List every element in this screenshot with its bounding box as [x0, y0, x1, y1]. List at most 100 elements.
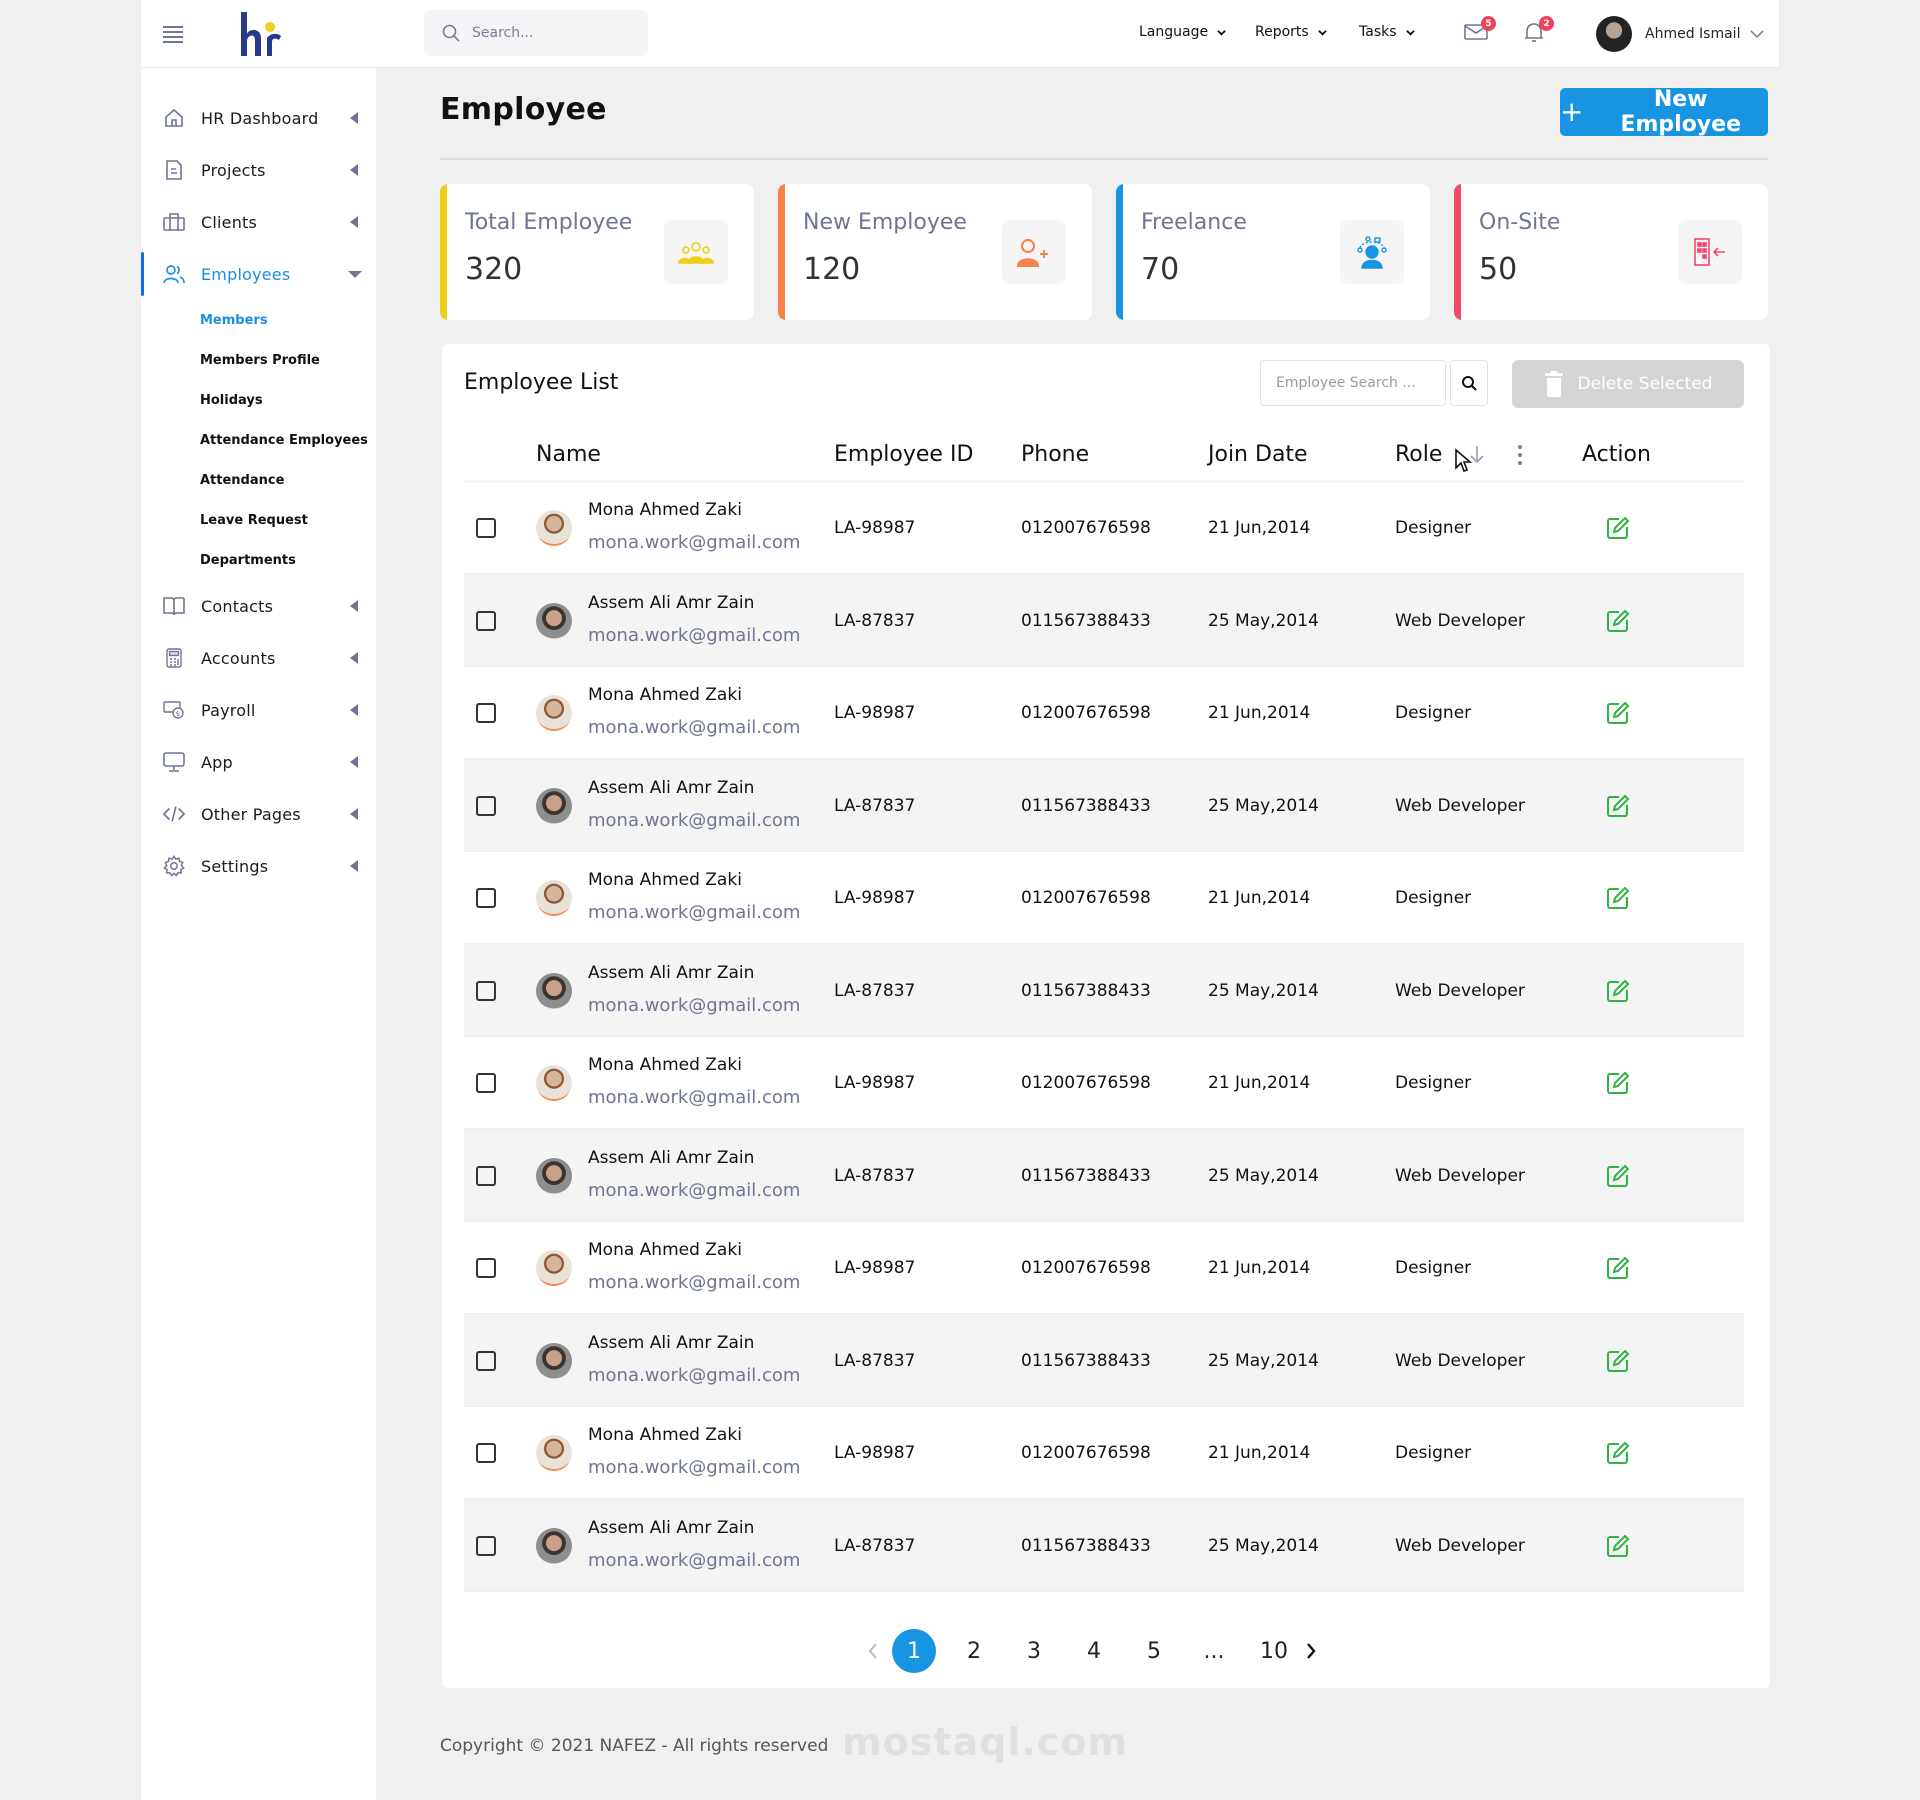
- edit-icon[interactable]: [1606, 1071, 1630, 1095]
- notification-count-badge: 2: [1539, 16, 1554, 31]
- employee-name: Assem Ali Amr Zain: [588, 962, 755, 983]
- row-checkbox[interactable]: [476, 1165, 496, 1186]
- employee-email[interactable]: mona.work@gmail.com: [588, 1087, 800, 1108]
- row-checkbox[interactable]: [476, 888, 496, 908]
- employee-email[interactable]: mona.work@gmail.com: [588, 625, 800, 646]
- sidebar-item-contacts[interactable]: Contacts: [141, 580, 376, 632]
- sidebar-item-payroll[interactable]: $ Payroll: [141, 684, 376, 736]
- sidebar-item-employees[interactable]: Employees: [141, 248, 376, 300]
- column-header-employee-id[interactable]: Employee ID: [834, 442, 973, 467]
- sidebar-item-hr-dashboard[interactable]: HR Dashboard: [141, 92, 376, 144]
- employee-search-button[interactable]: [1450, 360, 1488, 406]
- home-icon: [163, 107, 185, 129]
- delete-selected-button[interactable]: Delete Selected: [1512, 360, 1744, 408]
- employee-email[interactable]: mona.work@gmail.com: [588, 532, 800, 553]
- sidebar-item-settings[interactable]: Settings: [141, 840, 376, 892]
- chevron-down-icon: [1750, 30, 1764, 39]
- sidebar-subitem-members-profile[interactable]: Members Profile: [141, 340, 376, 380]
- messages-button[interactable]: 5: [1464, 16, 1496, 46]
- edit-icon[interactable]: [1606, 1349, 1630, 1373]
- sidebar-subitem-members[interactable]: Members: [141, 300, 376, 340]
- employee-email[interactable]: mona.work@gmail.com: [588, 810, 800, 831]
- language-menu[interactable]: Language: [1139, 24, 1226, 40]
- column-menu-icon[interactable]: [1517, 444, 1523, 466]
- sidebar-item-app[interactable]: App: [141, 736, 376, 788]
- sidebar-subitem-holidays[interactable]: Holidays: [141, 380, 376, 420]
- employee-role: Web Developer: [1395, 610, 1525, 631]
- edit-icon[interactable]: [1606, 979, 1630, 1003]
- pagination-next-button[interactable]: [1300, 1629, 1322, 1673]
- employee-email[interactable]: mona.work@gmail.com: [588, 1180, 800, 1201]
- employee-email[interactable]: mona.work@gmail.com: [588, 1272, 800, 1293]
- row-checkbox[interactable]: [476, 980, 496, 1001]
- row-checkbox[interactable]: [476, 703, 496, 723]
- caret-left-icon: [350, 652, 358, 664]
- global-search-input[interactable]: [472, 25, 622, 41]
- employee-role: Designer: [1395, 888, 1472, 908]
- edit-icon[interactable]: [1606, 701, 1630, 725]
- employee-avatar: [536, 787, 572, 824]
- edit-icon[interactable]: [1606, 609, 1630, 633]
- edit-icon[interactable]: [1606, 1256, 1630, 1280]
- tasks-menu[interactable]: Tasks: [1359, 24, 1415, 40]
- pagination-page-3[interactable]: 3: [1012, 1629, 1056, 1673]
- edit-icon[interactable]: [1606, 886, 1630, 910]
- row-checkbox[interactable]: [476, 1073, 496, 1093]
- employee-email[interactable]: mona.work@gmail.com: [588, 717, 800, 738]
- edit-icon[interactable]: [1606, 1534, 1630, 1558]
- table-row: Assem Ali Amr Zain mona.work@gmail.com L…: [464, 944, 1744, 1037]
- employee-name: Mona Ahmed Zaki: [588, 500, 742, 520]
- employee-phone: 012007676598: [1021, 1073, 1151, 1093]
- pagination-page-2[interactable]: 2: [952, 1629, 996, 1673]
- global-search[interactable]: [424, 10, 648, 56]
- reports-menu[interactable]: Reports: [1255, 24, 1327, 40]
- row-checkbox[interactable]: [476, 1443, 496, 1463]
- column-header-name[interactable]: Name: [536, 442, 601, 467]
- menu-toggle-icon[interactable]: [163, 26, 183, 43]
- user-menu[interactable]: Ahmed Ismail: [1596, 16, 1764, 52]
- hr-logo[interactable]: [239, 10, 283, 58]
- caret-down-icon: [348, 271, 362, 278]
- sidebar-item-projects[interactable]: Projects: [141, 144, 376, 196]
- row-checkbox[interactable]: [476, 1535, 496, 1556]
- employee-email[interactable]: mona.work@gmail.com: [588, 1550, 800, 1571]
- sidebar-item-other-pages[interactable]: Other Pages: [141, 788, 376, 840]
- sidebar-item-accounts[interactable]: Accounts: [141, 632, 376, 684]
- employee-email[interactable]: mona.work@gmail.com: [588, 1365, 800, 1386]
- table-row: Mona Ahmed Zaki mona.work@gmail.com LA-9…: [464, 852, 1744, 945]
- row-checkbox[interactable]: [476, 518, 496, 538]
- page-title: Employee: [440, 92, 607, 127]
- edit-icon[interactable]: [1606, 1164, 1630, 1188]
- column-header-role[interactable]: Role: [1395, 442, 1442, 467]
- new-employee-button[interactable]: + New Employee: [1560, 87, 1768, 137]
- column-header-join-date[interactable]: Join Date: [1208, 442, 1308, 467]
- employee-email[interactable]: mona.work@gmail.com: [588, 902, 800, 923]
- sidebar-subitem-leave-request[interactable]: Leave Request: [141, 500, 376, 540]
- row-checkbox[interactable]: [476, 1258, 496, 1278]
- sidebar-subitem-attendance[interactable]: Attendance: [141, 460, 376, 500]
- sidebar-item-clients[interactable]: Clients: [141, 196, 376, 248]
- edit-icon[interactable]: [1606, 516, 1630, 540]
- employee-role: Designer: [1395, 703, 1472, 723]
- sidebar-subitem-attendance-employees[interactable]: Attendance Employees: [141, 420, 376, 460]
- row-checkbox[interactable]: [476, 610, 496, 631]
- edit-icon[interactable]: [1606, 794, 1630, 818]
- row-checkbox[interactable]: [476, 1350, 496, 1371]
- stat-card-total-employee: Total Employee 320: [440, 184, 754, 320]
- employee-join-date: 25 May,2014: [1208, 1350, 1319, 1371]
- pagination-page-10[interactable]: 10: [1252, 1629, 1296, 1673]
- row-checkbox[interactable]: [476, 795, 496, 816]
- pagination-prev-button[interactable]: [862, 1629, 884, 1673]
- column-header-phone[interactable]: Phone: [1021, 442, 1089, 467]
- notifications-button[interactable]: 2: [1522, 16, 1554, 46]
- employee-avatar: [536, 1157, 572, 1194]
- sidebar-subitem-departments[interactable]: Departments: [141, 540, 376, 580]
- employee-email[interactable]: mona.work@gmail.com: [588, 1457, 800, 1478]
- stat-accent-bar: [1116, 184, 1123, 320]
- pagination-page-5[interactable]: 5: [1132, 1629, 1176, 1673]
- pagination-page-1[interactable]: 1: [892, 1629, 936, 1673]
- employee-search-input[interactable]: [1260, 360, 1446, 406]
- pagination-page-4[interactable]: 4: [1072, 1629, 1116, 1673]
- edit-icon[interactable]: [1606, 1441, 1630, 1465]
- employee-email[interactable]: mona.work@gmail.com: [588, 995, 800, 1016]
